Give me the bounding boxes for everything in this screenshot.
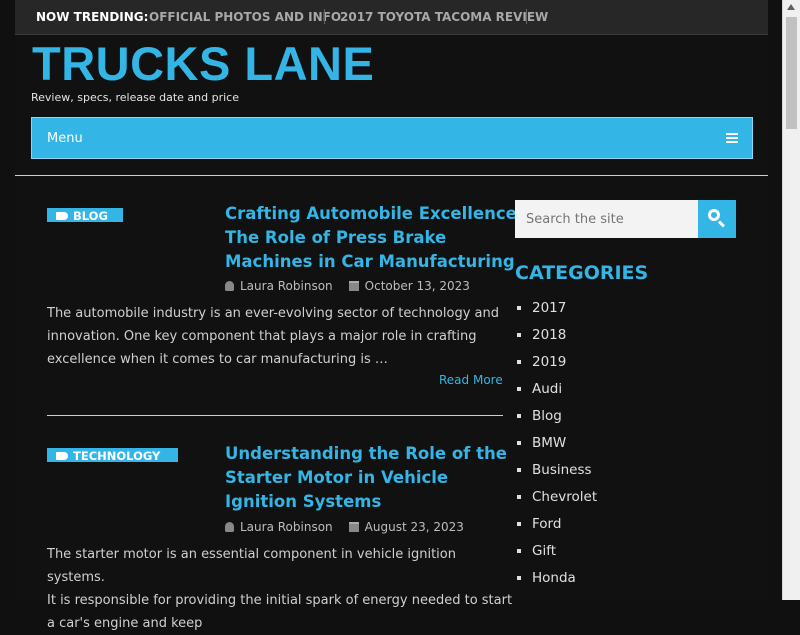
site-description: Review, specs, release date and price [31,91,239,104]
category-link-business[interactable]: Business [515,460,597,487]
post-author-link[interactable]: Laura Robinson [240,279,333,293]
category-link-2017[interactable]: 2017 [515,298,597,325]
post-author-link[interactable]: Laura Robinson [240,520,333,534]
trending-label: NOW TRENDING: [36,10,149,24]
user-icon [225,281,234,291]
post-title-link[interactable]: Crafting Automobile Excellence: The Role… [225,202,523,274]
category-link-blog[interactable]: Blog [515,406,597,433]
search-icon-handle [717,220,726,228]
trending-separator [526,9,527,24]
badge-label: BLOG [73,209,108,222]
hamburger-icon[interactable] [726,133,738,143]
excerpt-line: The automobile industry is an ever-evolv… [47,306,499,321]
header-divider [15,175,768,176]
tag-icon [56,212,68,220]
post-excerpt: The starter motor is an essential compon… [47,543,517,635]
badge-label: TECHNOLOGY [73,449,161,462]
search-input[interactable] [515,200,698,238]
trending-separator [324,9,325,24]
menu-label: Menu [47,131,83,146]
scroll-up-arrow-icon[interactable] [787,4,795,10]
post-category-badge[interactable]: BLOG [47,208,123,222]
category-link-chevrolet[interactable]: Chevrolet [515,487,597,514]
excerpt-line: It is responsible for providing the init… [47,593,513,608]
category-link-2019[interactable]: 2019 [515,352,597,379]
post-title-line: Starter Motor in Vehicle [225,468,449,487]
post-title-line: Understanding the Role of the [225,444,507,463]
excerpt-line: excellence when it comes to car manufact… [47,352,388,367]
scrollbar-thumb[interactable] [786,17,797,129]
search-icon [708,209,720,221]
window-scrollbar[interactable] [782,0,800,600]
categories-heading: CATEGORIES [515,262,649,284]
post-title-link[interactable]: Understanding the Role of the Starter Mo… [225,442,507,514]
categories-list: 2017 2018 2019 Audi Blog BMW Business Ch… [515,298,597,595]
calendar-icon [348,522,359,532]
trending-bar: NOW TRENDING: OFFICIAL PHOTOS AND INFO 2… [15,0,768,35]
excerpt-line: innovation. One key component that plays… [47,329,477,344]
menu-toggle-bar[interactable]: Menu [31,117,753,159]
category-link-2018[interactable]: 2018 [515,325,597,352]
post-meta: Laura Robinson August 23, 2023 [225,520,464,534]
excerpt-line: a car's engine and keep [47,616,203,631]
post-title-line: The Role of Press Brake [225,228,447,247]
calendar-icon [348,281,359,291]
read-more-link[interactable]: Read More [439,373,503,387]
trending-link-official-photos[interactable]: OFFICIAL PHOTOS AND INFO [149,10,341,24]
category-link-gift[interactable]: Gift [515,541,597,568]
category-link-ford[interactable]: Ford [515,514,597,541]
site-title[interactable]: TRUCKS LANE [32,40,374,87]
post-category-badge[interactable]: TECHNOLOGY [47,448,178,462]
post-date-link[interactable]: October 13, 2023 [365,279,470,293]
tag-icon [56,452,68,460]
category-link-bmw[interactable]: BMW [515,433,597,460]
user-icon [225,522,234,532]
post-excerpt: The automobile industry is an ever-evolv… [47,302,507,371]
category-link-audi[interactable]: Audi [515,379,597,406]
page-container: NOW TRENDING: OFFICIAL PHOTOS AND INFO 2… [15,0,768,631]
trending-link-tacoma-review[interactable]: 2017 TOYOTA TACOMA REVIEW [340,10,548,24]
post-date-link[interactable]: August 23, 2023 [365,520,464,534]
post-title-line: Machines in Car Manufacturing [225,252,515,271]
search-button[interactable] [698,200,736,238]
post-meta: Laura Robinson October 13, 2023 [225,279,470,293]
post-title-line: Crafting Automobile Excellence: [225,204,524,223]
post-title-line: Ignition Systems [225,492,382,511]
excerpt-line: The starter motor is an essential compon… [47,547,456,585]
post-divider [47,415,503,416]
category-link-honda[interactable]: Honda [515,568,597,595]
